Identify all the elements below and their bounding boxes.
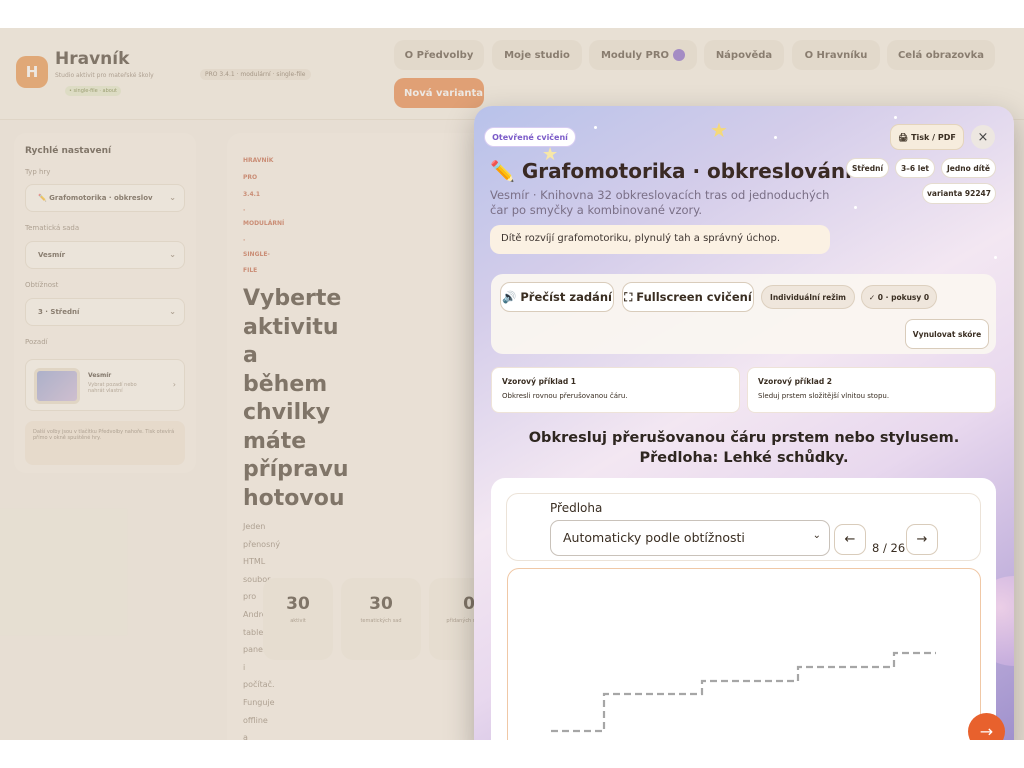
template-counter: 8 / 26 — [872, 541, 906, 555]
template-picker: Předloha Automaticky podle obtížnosti ⌄ ←… — [506, 493, 981, 561]
arrow-right-icon: → — [916, 532, 928, 547]
exercise-modal: ★ ★ ★ ✦ Otevřené cvičení 🖨 Tisk / PDF × … — [474, 106, 1014, 740]
exercise-description: Vesmír · Knihovna 32 obkreslovacích tras… — [490, 188, 830, 217]
sparkle-icon — [594, 126, 597, 129]
chevron-down-icon: ⌄ — [812, 530, 821, 541]
example-card: Vzorový příklad 1 Obkresli rovnou přeruš… — [491, 367, 740, 413]
sparkle-icon — [854, 206, 857, 209]
age-pill: 3–6 let — [895, 158, 935, 178]
exercise-goal: Dítě rozvíjí grafomotoriku, plynulý tah … — [490, 225, 830, 254]
individual-mode-pill[interactable]: Individuální režim — [761, 285, 855, 309]
close-button[interactable]: × — [971, 125, 995, 149]
app-window: H Hravník Studio aktivit pro mateřské šk… — [0, 28, 1024, 740]
variant-pill: varianta 92247 — [922, 183, 996, 204]
next-template-button[interactable]: → — [906, 524, 938, 555]
exercise-controls: 🔊 Přečíst zadání ⛶ Fullscreen cvičení In… — [491, 274, 996, 354]
mode-pill: Jedno dítě — [941, 158, 996, 178]
difficulty-pill: Střední — [846, 158, 889, 178]
next-exercise-button[interactable]: → — [968, 713, 1005, 740]
template-value: Automaticky podle obtížnosti — [563, 530, 745, 545]
template-label: Předloha — [550, 501, 603, 515]
fullscreen-exercise-button[interactable]: ⛶ Fullscreen cvičení — [622, 282, 754, 312]
example-text: Obkresli rovnou přerušovanou čáru. — [502, 392, 628, 400]
exercise-title: ✏️ Grafomotorika · obkreslování — [490, 159, 852, 183]
exercise-instruction: Obkresluj přerušovanou čáru prstem nebo … — [528, 430, 960, 466]
dashed-stairs-path — [551, 651, 936, 733]
score-pill: ✓ 0 · pokusy 0 — [861, 285, 937, 309]
prev-template-button[interactable]: ← — [834, 524, 866, 555]
print-button[interactable]: 🖨 Tisk / PDF — [890, 124, 964, 150]
reset-score-button[interactable]: Vynulovat skóre — [905, 319, 989, 349]
example-title: Vzorový příklad 2 — [758, 377, 833, 386]
open-exercise-badge: Otevřené cvičení — [484, 127, 576, 147]
example-text: Sleduj prstem složitější vlnitou stopu. — [758, 392, 890, 400]
arrow-right-icon: → — [979, 722, 994, 740]
tracing-canvas[interactable] — [507, 568, 981, 740]
star-icon: ★ — [710, 118, 728, 142]
example-title: Vzorový příklad 1 — [502, 377, 577, 386]
example-card: Vzorový příklad 2 Sleduj prstem složitěj… — [747, 367, 996, 413]
arrow-left-icon: ← — [844, 532, 856, 547]
sparkle-icon — [994, 256, 997, 259]
sparkle-icon — [894, 116, 897, 119]
close-icon: × — [977, 129, 989, 145]
template-select[interactable]: Automaticky podle obtížnosti ⌄ — [550, 520, 830, 556]
sparkle-icon — [774, 136, 777, 139]
read-aloud-button[interactable]: 🔊 Přečíst zadání — [500, 282, 614, 312]
workspace: Předloha Automaticky podle obtížnosti ⌄ ←… — [491, 478, 996, 740]
